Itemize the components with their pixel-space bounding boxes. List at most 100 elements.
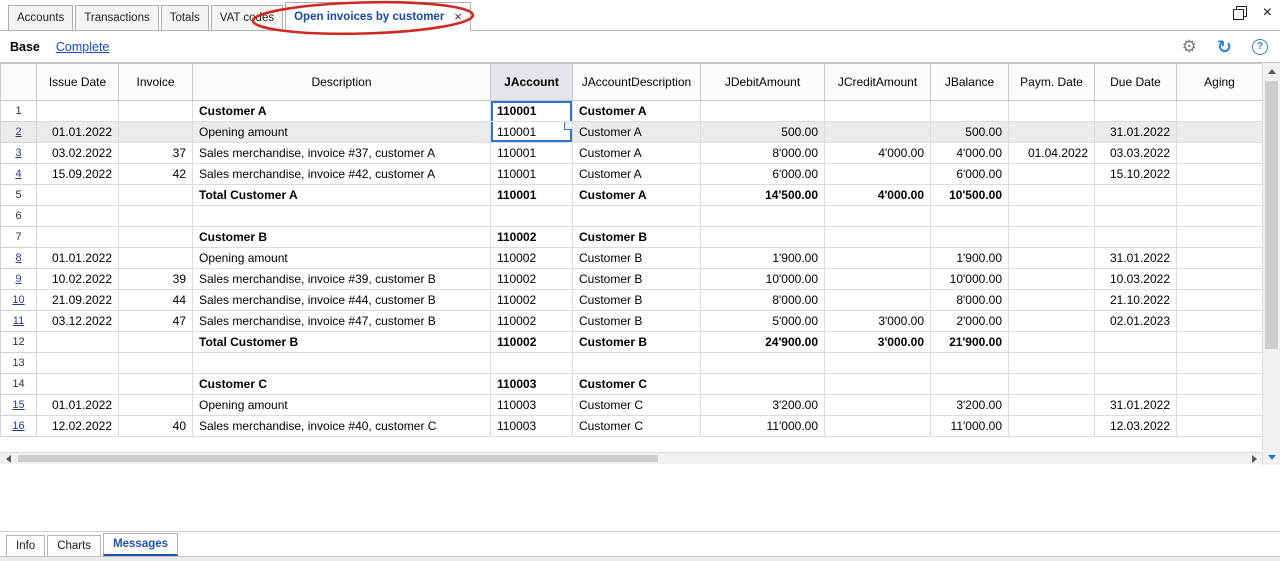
cell-due_date[interactable] bbox=[1094, 352, 1177, 374]
cell-aging[interactable] bbox=[1176, 331, 1263, 353]
cell-description[interactable]: Sales merchandise, invoice #39, customer… bbox=[192, 268, 491, 290]
horizontal-scrollbar-thumb[interactable] bbox=[18, 455, 658, 462]
cell-credit[interactable] bbox=[824, 121, 931, 143]
cell-debit[interactable]: 8'000.00 bbox=[700, 289, 825, 311]
cell-invoice[interactable] bbox=[118, 331, 193, 353]
settings-gear-icon[interactable]: ⚙ bbox=[1182, 38, 1197, 55]
cell-issue_date[interactable]: 10.02.2022 bbox=[36, 268, 119, 290]
cell-paym_date[interactable] bbox=[1008, 352, 1095, 374]
row-number[interactable]: 10 bbox=[0, 289, 37, 311]
cell-description[interactable]: Customer B bbox=[192, 226, 491, 248]
cell-due_date[interactable]: 21.10.2022 bbox=[1094, 289, 1177, 311]
cell-issue_date[interactable] bbox=[36, 331, 119, 353]
cell-due_date[interactable] bbox=[1094, 331, 1177, 353]
scroll-down-button[interactable] bbox=[1263, 449, 1280, 465]
cell-invoice[interactable] bbox=[118, 184, 193, 206]
cell-debit[interactable]: 24'900.00 bbox=[700, 331, 825, 353]
cell-aging[interactable] bbox=[1176, 352, 1263, 374]
col-header-due-date[interactable]: Due Date bbox=[1094, 63, 1177, 101]
cell-jaccount[interactable]: 110002 bbox=[490, 268, 573, 290]
cell-credit[interactable] bbox=[824, 205, 931, 227]
cell-jaccount_desc[interactable]: Customer B bbox=[572, 310, 701, 332]
cell-jaccount[interactable]: 110002 bbox=[490, 289, 573, 311]
cell-balance[interactable]: 500.00 bbox=[930, 121, 1009, 143]
cell-debit[interactable]: 5'000.00 bbox=[700, 310, 825, 332]
row-number[interactable]: 8 bbox=[0, 247, 37, 269]
cell-balance[interactable] bbox=[930, 100, 1009, 122]
cell-jaccount_desc[interactable]: Customer B bbox=[572, 226, 701, 248]
cell-credit[interactable] bbox=[824, 100, 931, 122]
cell-aging[interactable] bbox=[1176, 289, 1263, 311]
row-number[interactable]: 14 bbox=[0, 373, 37, 395]
view-base-label[interactable]: Base bbox=[10, 40, 40, 54]
cell-description[interactable]: Sales merchandise, invoice #44, customer… bbox=[192, 289, 491, 311]
cell-due_date[interactable]: 31.01.2022 bbox=[1094, 121, 1177, 143]
cell-jaccount[interactable] bbox=[490, 352, 573, 374]
scroll-up-button[interactable] bbox=[1263, 63, 1280, 79]
scroll-left-button[interactable] bbox=[0, 453, 16, 465]
cell-invoice[interactable]: 39 bbox=[118, 268, 193, 290]
cell-issue_date[interactable]: 01.01.2022 bbox=[36, 247, 119, 269]
cell-jaccount_desc[interactable]: Customer A bbox=[572, 121, 701, 143]
refresh-icon[interactable]: ↻ bbox=[1217, 38, 1232, 56]
cell-jaccount[interactable]: 110001 bbox=[490, 100, 573, 122]
cell-issue_date[interactable] bbox=[36, 352, 119, 374]
cell-description[interactable] bbox=[192, 352, 491, 374]
cell-debit[interactable] bbox=[700, 205, 825, 227]
cell-issue_date[interactable] bbox=[36, 100, 119, 122]
cell-invoice[interactable] bbox=[118, 373, 193, 395]
col-header-row-numbers[interactable] bbox=[0, 63, 37, 101]
cell-jaccount_desc[interactable] bbox=[572, 352, 701, 374]
cell-aging[interactable] bbox=[1176, 247, 1263, 269]
cell-balance[interactable] bbox=[930, 205, 1009, 227]
tab-accounts[interactable]: Accounts bbox=[8, 5, 74, 30]
cell-debit[interactable] bbox=[700, 373, 825, 395]
tab-close-icon[interactable]: × bbox=[454, 10, 462, 23]
tab-totals[interactable]: Totals bbox=[160, 5, 209, 30]
cell-debit[interactable]: 3'200.00 bbox=[700, 394, 825, 416]
row-number[interactable]: 1 bbox=[0, 100, 37, 122]
cell-invoice[interactable]: 37 bbox=[118, 142, 193, 164]
cell-balance[interactable]: 3'200.00 bbox=[930, 394, 1009, 416]
vertical-scrollbar-thumb[interactable] bbox=[1265, 81, 1278, 349]
cell-credit[interactable] bbox=[824, 226, 931, 248]
cell-jaccount_desc[interactable]: Customer A bbox=[572, 142, 701, 164]
col-header-jcreditamount[interactable]: JCreditAmount bbox=[824, 63, 931, 101]
cell-aging[interactable] bbox=[1176, 373, 1263, 395]
cell-due_date[interactable]: 31.01.2022 bbox=[1094, 394, 1177, 416]
cell-paym_date[interactable] bbox=[1008, 415, 1095, 437]
row-number[interactable]: 9 bbox=[0, 268, 37, 290]
cell-jaccount[interactable] bbox=[490, 205, 573, 227]
cell-balance[interactable] bbox=[930, 352, 1009, 374]
cell-jaccount_desc[interactable]: Customer A bbox=[572, 100, 701, 122]
cell-balance[interactable] bbox=[930, 373, 1009, 395]
col-header-jbalance[interactable]: JBalance bbox=[930, 63, 1009, 101]
col-header-jdebitamount[interactable]: JDebitAmount bbox=[700, 63, 825, 101]
cell-balance[interactable]: 1'900.00 bbox=[930, 247, 1009, 269]
cell-jaccount_desc[interactable]: Customer A bbox=[572, 184, 701, 206]
cell-balance[interactable]: 2'000.00 bbox=[930, 310, 1009, 332]
row-number[interactable]: 3 bbox=[0, 142, 37, 164]
cell-aging[interactable] bbox=[1176, 415, 1263, 437]
row-number[interactable]: 6 bbox=[0, 205, 37, 227]
cell-invoice[interactable] bbox=[118, 226, 193, 248]
cell-balance[interactable]: 10'000.00 bbox=[930, 268, 1009, 290]
cell-invoice[interactable]: 44 bbox=[118, 289, 193, 311]
cell-description[interactable]: Sales merchandise, invoice #40, customer… bbox=[192, 415, 491, 437]
cell-paym_date[interactable] bbox=[1008, 226, 1095, 248]
col-header-jaccount[interactable]: JAccount bbox=[490, 63, 573, 101]
cell-credit[interactable] bbox=[824, 352, 931, 374]
horizontal-scrollbar[interactable] bbox=[0, 452, 1262, 464]
cell-jaccount_desc[interactable]: Customer B bbox=[572, 331, 701, 353]
cell-due_date[interactable]: 10.03.2022 bbox=[1094, 268, 1177, 290]
cell-paym_date[interactable] bbox=[1008, 121, 1095, 143]
cell-jaccount_desc[interactable]: Customer C bbox=[572, 373, 701, 395]
cell-invoice[interactable] bbox=[118, 352, 193, 374]
cell-aging[interactable] bbox=[1176, 310, 1263, 332]
close-window-icon[interactable]: × bbox=[1263, 5, 1272, 21]
cell-description[interactable]: Customer C bbox=[192, 373, 491, 395]
row-number[interactable]: 2 bbox=[0, 121, 37, 143]
cell-issue_date[interactable]: 01.01.2022 bbox=[36, 394, 119, 416]
cell-issue_date[interactable] bbox=[36, 205, 119, 227]
cell-due_date[interactable]: 12.03.2022 bbox=[1094, 415, 1177, 437]
